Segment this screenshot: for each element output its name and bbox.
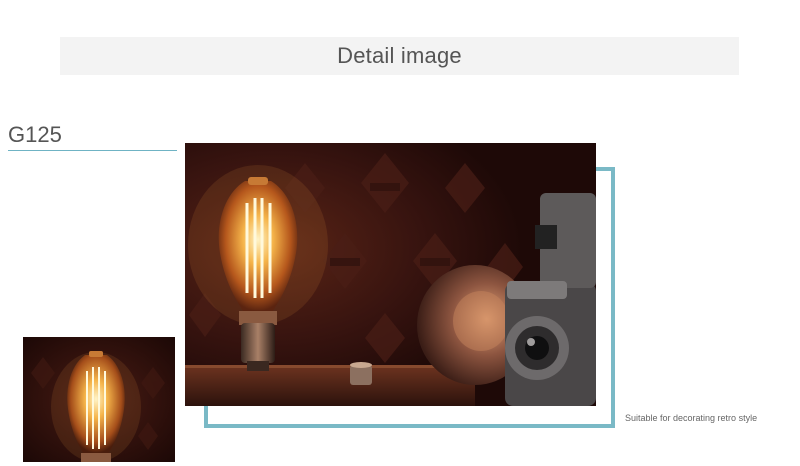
page-title: Detail image: [337, 43, 462, 68]
model-label: G125: [8, 122, 62, 147]
model-underline-divider: [8, 150, 177, 151]
header-banner: Detail image: [60, 37, 739, 75]
product-caption: Suitable for decorating retro style: [625, 413, 758, 423]
thumbnail-image[interactable]: [23, 337, 175, 462]
main-product-image: [185, 143, 596, 406]
